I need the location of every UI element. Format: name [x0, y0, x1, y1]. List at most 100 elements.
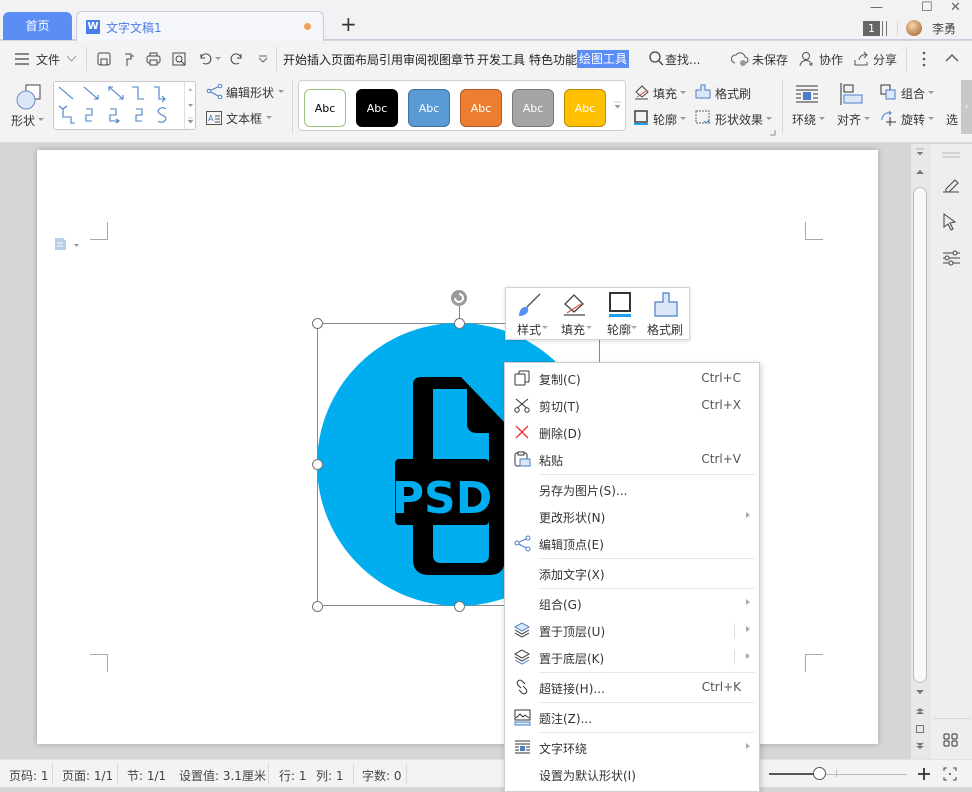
grid-view-icon[interactable] [943, 733, 959, 747]
gallery-scroll[interactable] [184, 82, 195, 129]
search-box[interactable]: 查找... [665, 51, 700, 68]
outline-button[interactable]: 轮廓 [653, 111, 677, 128]
more-icon[interactable] [922, 51, 926, 67]
select-cursor-icon[interactable] [943, 213, 957, 231]
search-icon[interactable] [649, 51, 664, 66]
resize-handle[interactable] [454, 601, 465, 612]
menu-item-set-default-shape[interactable]: 设置为默认形状(I) [505, 761, 759, 788]
mini-style-button[interactable]: 样式 [506, 288, 552, 341]
maximize-button[interactable]: ☐ [921, 0, 933, 15]
select-button[interactable]: 选 [946, 111, 958, 128]
select-browse-object-icon[interactable] [915, 724, 925, 734]
status-setting-value[interactable]: 设置值: 3.1厘米 [179, 767, 266, 784]
mini-format-painter-button[interactable]: 格式刷 [642, 288, 688, 341]
avatar[interactable] [906, 20, 922, 36]
menu-item-text-wrap[interactable]: 文字环绕 [505, 734, 759, 761]
scroll-down-icon[interactable] [915, 689, 925, 695]
undo-dropdown-icon[interactable] [215, 57, 221, 61]
paragraph-layout-icon[interactable] [54, 237, 80, 251]
style-preset-blue[interactable]: Abc [408, 89, 450, 127]
menu-item-delete[interactable]: 删除(D) [505, 419, 759, 446]
ribbon-scroll-right[interactable]: › [961, 80, 972, 134]
file-menu[interactable]: 文件 [36, 51, 60, 68]
zoom-in-icon[interactable] [917, 767, 931, 781]
mini-fill-button[interactable]: 填充 [550, 288, 596, 341]
print-icon[interactable] [146, 52, 161, 66]
tab-document[interactable]: W 文字文稿1 [76, 11, 324, 41]
menu-item-save-as-picture[interactable]: 另存为图片(S)... [505, 476, 759, 503]
new-tab-button[interactable]: + [340, 12, 357, 36]
group-button[interactable]: 组合 [901, 85, 925, 102]
format-painter-button[interactable]: 格式刷 [715, 85, 751, 102]
minimize-button[interactable]: — [870, 0, 883, 15]
resize-handle[interactable] [454, 318, 465, 329]
rotate-handle-icon[interactable] [450, 289, 468, 307]
menu-item-paste[interactable]: 粘贴 Ctrl+V [505, 446, 759, 473]
menu-item-edit-points[interactable]: 编辑顶点(E) [505, 530, 759, 557]
zoom-slider-thumb[interactable] [812, 767, 826, 780]
tab-references[interactable]: 引用 [379, 51, 403, 68]
tab-start[interactable]: 开始 [283, 51, 307, 68]
menu-item-bring-to-front[interactable]: 置于顶层(U) [505, 617, 759, 644]
status-column[interactable]: 列: 1 [316, 767, 344, 784]
status-row[interactable]: 行: 1 [279, 767, 307, 784]
shape-effects-button[interactable]: 形状效果 [715, 111, 763, 128]
align-button[interactable]: 对齐 [837, 111, 861, 128]
submenu-arrow-icon[interactable] [746, 653, 750, 659]
tab-features[interactable]: 特色功能 [529, 51, 577, 68]
shape-gallery[interactable] [53, 81, 196, 130]
resize-handle[interactable] [312, 318, 323, 329]
menu-item-hyperlink[interactable]: 超链接(H)... Ctrl+K [505, 674, 759, 701]
print-preview-icon[interactable] [172, 52, 187, 66]
collapse-ribbon-icon[interactable] [945, 54, 959, 62]
style-preset-gold[interactable]: Abc [564, 89, 606, 127]
wrap-button[interactable]: 环绕 [792, 111, 816, 128]
menu-item-change-shape[interactable]: 更改形状(N) [505, 503, 759, 530]
fill-button[interactable]: 填充 [653, 85, 677, 102]
style-preset-orange[interactable]: Abc [460, 89, 502, 127]
status-page-number[interactable]: 页码: 1 [9, 767, 49, 784]
notification-badge[interactable]: 1 [863, 21, 880, 36]
tab-home[interactable]: 首页 [3, 12, 72, 40]
edit-shape-button[interactable]: 编辑形状 [226, 84, 274, 101]
gallery-expand-icon[interactable] [614, 101, 622, 109]
unsaved-status[interactable]: 未保存 [752, 51, 788, 68]
style-preset-gray[interactable]: Abc [512, 89, 554, 127]
tab-view[interactable]: 视图 [427, 51, 451, 68]
menu-item-group[interactable]: 组合(G) [505, 590, 759, 617]
menu-item-copy[interactable]: 复制(C) Ctrl+C [505, 365, 759, 392]
collaborate-button[interactable]: 协作 [819, 51, 843, 68]
close-button[interactable]: ✕ [950, 0, 961, 15]
mini-outline-button[interactable]: 轮廓 [596, 288, 642, 341]
dialog-launcher-icon[interactable] [770, 130, 776, 136]
share-button[interactable]: 分享 [873, 51, 897, 68]
submenu-arrow-icon[interactable] [746, 626, 750, 632]
scrollbar-thumb[interactable] [913, 187, 927, 683]
tab-drawing-tools[interactable]: 绘图工具 [577, 50, 630, 68]
tab-insert[interactable]: 插入 [307, 51, 331, 68]
status-word-count[interactable]: 字数: 0 [362, 767, 402, 784]
style-preset-white[interactable]: Abc [304, 89, 346, 127]
shape-label[interactable]: 形状 [11, 112, 35, 129]
format-painter-icon[interactable] [122, 51, 136, 67]
resize-handle[interactable] [312, 459, 323, 470]
fullscreen-icon[interactable] [943, 767, 957, 781]
menu-item-send-to-back[interactable]: 置于底层(K) [505, 644, 759, 671]
menu-item-add-text[interactable]: 添加文字(X) [505, 560, 759, 587]
redo-icon[interactable] [230, 52, 244, 65]
tab-page-layout[interactable]: 页面布局 [331, 51, 379, 68]
prev-page-icon[interactable] [915, 707, 925, 715]
text-box-button[interactable]: 文本框 [226, 110, 262, 127]
resize-handle[interactable] [312, 601, 323, 612]
status-pages[interactable]: 页面: 1/1 [62, 767, 113, 784]
shape-icon[interactable] [15, 83, 43, 111]
undo-icon[interactable] [198, 52, 212, 65]
scroll-top-icon[interactable] [915, 148, 925, 158]
customize-icon[interactable] [258, 55, 268, 64]
tab-chapter[interactable]: 章节 [451, 51, 475, 68]
style-preset-black[interactable]: Abc [356, 89, 398, 127]
hamburger-icon[interactable] [15, 53, 29, 65]
status-section[interactable]: 节: 1/1 [127, 767, 166, 784]
menu-item-caption[interactable]: 题注(Z)... [505, 704, 759, 731]
settings-sliders-icon[interactable] [942, 250, 960, 266]
